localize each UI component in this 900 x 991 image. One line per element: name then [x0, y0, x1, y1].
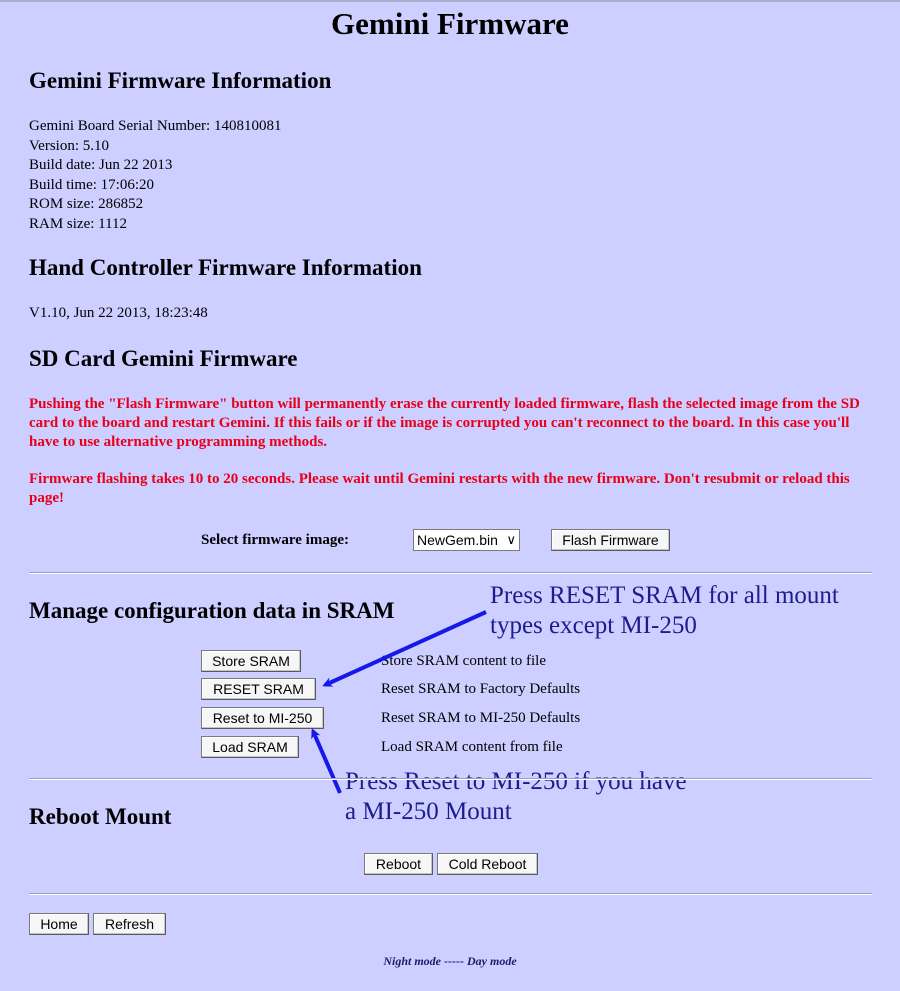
day-mode-link[interactable]: Day mode [467, 954, 517, 968]
divider-2 [29, 778, 872, 780]
cold-reboot-button[interactable]: Cold Reboot [437, 853, 538, 875]
reboot-heading: Reboot Mount [29, 804, 172, 829]
night-mode-link[interactable]: Night mode [383, 954, 441, 968]
home-button[interactable]: Home [29, 913, 89, 935]
theme-switcher: Night mode ----- Day mode [0, 954, 900, 969]
mode-separator: ----- [444, 954, 464, 968]
refresh-button[interactable]: Refresh [93, 913, 166, 935]
annotation-arrows [311, 610, 487, 794]
arrow-to-reset-mi250 [311, 728, 342, 794]
divider-3 [29, 893, 872, 895]
reboot-button[interactable]: Reboot [364, 853, 433, 875]
arrow-to-reset-sram [322, 610, 487, 687]
